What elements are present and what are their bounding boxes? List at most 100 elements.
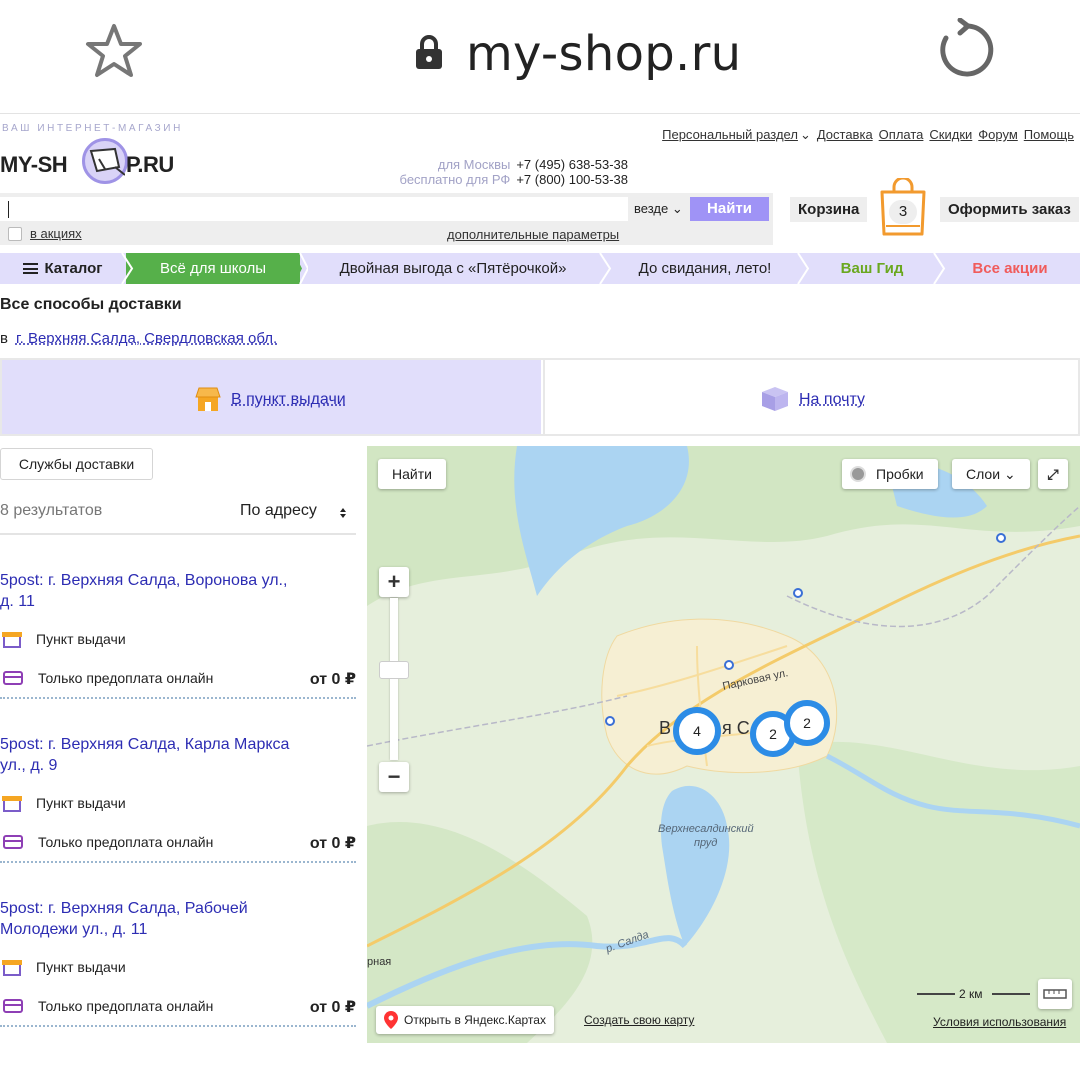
- result-title[interactable]: 5post: г. Верхняя Салда, Воронова ул., д…: [0, 570, 300, 612]
- list-item[interactable]: 5post: г. Верхняя Салда, Рабочей Молодеж…: [0, 898, 356, 1062]
- tab-post[interactable]: На почту: [543, 360, 1078, 434]
- create-map-link[interactable]: Создать свою карту: [584, 1013, 694, 1027]
- result-payment: Только предоплата онлайн: [38, 670, 214, 686]
- cart-link[interactable]: Корзина: [790, 197, 868, 222]
- checkout-button[interactable]: Оформить заказ: [940, 197, 1079, 222]
- layers-label: Слои: [966, 466, 1001, 482]
- browser-toolbar: my-shop.ru: [0, 0, 1080, 114]
- bookmark-star-icon[interactable]: [84, 22, 144, 82]
- search-button[interactable]: Найти: [690, 197, 769, 221]
- phone-moscow-label: для Москвы: [437, 157, 511, 172]
- map-pin-icon: [384, 1011, 398, 1029]
- result-divider: [0, 697, 356, 699]
- nav-all-sales[interactable]: Все акции: [940, 253, 1080, 284]
- traffic-label: Пробки: [876, 466, 924, 482]
- logo-text-right: P.RU: [126, 152, 174, 177]
- result-title[interactable]: 5post: г. Верхняя Салда, Карла Маркса ул…: [0, 734, 300, 776]
- nav-separator: [294, 253, 308, 284]
- parcel-icon: [762, 387, 788, 411]
- chevron-down-icon: ⌄: [1003, 466, 1016, 482]
- map-scale-label: 2 км: [959, 987, 983, 1001]
- link-personal[interactable]: Персональный раздел: [662, 127, 798, 143]
- search-panel: везде ⌄ Найти в акциях дополнительные па…: [0, 193, 773, 245]
- site-logo[interactable]: MY-SH P.RU: [0, 138, 190, 188]
- nav-separator: [599, 253, 612, 284]
- chevron-down-icon[interactable]: ⌄: [800, 127, 811, 143]
- link-forum[interactable]: Форум: [978, 127, 1018, 143]
- traffic-icon: [850, 466, 866, 482]
- open-yandex-maps-label: Открыть в Яндекс.Картах: [404, 1013, 546, 1027]
- terms-of-use-link[interactable]: Условия использования: [933, 1015, 1066, 1029]
- site-tagline: ВАШ ИНТЕРНЕТ-МАГАЗИН: [2, 123, 183, 134]
- map-cluster-marker[interactable]: 2: [784, 700, 830, 746]
- zoom-slider-handle[interactable]: [379, 661, 409, 679]
- pickup-box-icon: [2, 632, 22, 648]
- sort-arrows-icon[interactable]: [338, 506, 348, 520]
- link-payment[interactable]: Оплата: [879, 127, 924, 143]
- result-divider: [0, 861, 356, 863]
- result-type: Пункт выдачи: [36, 959, 126, 975]
- traffic-button[interactable]: Пробки: [842, 459, 938, 489]
- zoom-in-button[interactable]: +: [379, 567, 409, 597]
- logo-cart-icon: [82, 138, 128, 184]
- search-scope-select[interactable]: везде ⌄: [628, 197, 690, 221]
- map-background: [367, 446, 1080, 1043]
- promo-checkbox-label[interactable]: в акциях: [30, 226, 82, 241]
- category-nav: Каталог Всё для школы Двойная выгода с «…: [0, 253, 1080, 284]
- list-item[interactable]: 5post: г. Верхняя Салда, Карла Маркса ул…: [0, 734, 356, 898]
- zoom-out-button[interactable]: −: [379, 762, 409, 792]
- card-icon: [3, 835, 23, 849]
- edge-label: рная: [367, 956, 392, 968]
- zoom-slider-track[interactable]: [390, 598, 398, 760]
- map-widget[interactable]: Парковая ул. Верхнесалдинский пруд р. Са…: [367, 446, 1080, 1043]
- catalog-menu[interactable]: Каталог: [0, 253, 126, 284]
- nav-guide[interactable]: Ваш Гид: [804, 253, 940, 284]
- result-title[interactable]: 5post: г. Верхняя Салда, Рабочей Молодеж…: [0, 898, 300, 940]
- cart-count-badge: 3: [889, 200, 917, 224]
- phone-rf[interactable]: +7 (800) 100-53-38: [516, 172, 628, 187]
- scale-bar: [992, 993, 1030, 995]
- fullscreen-icon[interactable]: ⤢: [1038, 459, 1068, 489]
- advanced-params-link[interactable]: дополнительные параметры: [447, 227, 619, 242]
- card-icon: [3, 671, 23, 685]
- nav-goodbye-summer[interactable]: До свидания, лето!: [606, 253, 804, 284]
- tab-pickup-point[interactable]: В пункт выдачи: [2, 360, 541, 434]
- map-cluster-marker[interactable]: 4: [673, 707, 721, 755]
- result-payment: Только предоплата онлайн: [38, 834, 214, 850]
- result-price: от 0 ₽: [309, 671, 356, 688]
- result-payment: Только предоплата онлайн: [38, 998, 214, 1014]
- hamburger-icon: [23, 263, 39, 274]
- list-divider: [0, 533, 356, 535]
- result-type: Пункт выдачи: [36, 631, 126, 647]
- phone-rf-label: бесплатно для РФ: [399, 172, 511, 187]
- city-label-part-2: я С: [722, 718, 750, 738]
- pickup-box-icon: [2, 960, 22, 976]
- layers-button[interactable]: Слои ⌄: [952, 459, 1030, 489]
- phone-moscow[interactable]: +7 (495) 638-53-38: [516, 157, 628, 172]
- search-input[interactable]: [0, 197, 628, 221]
- ruler-icon[interactable]: [1038, 979, 1072, 1009]
- store-icon: [195, 387, 221, 411]
- promo-checkbox[interactable]: [8, 227, 22, 241]
- pond-label-2: пруд: [694, 837, 718, 849]
- text-caret: [8, 201, 9, 218]
- nav-school[interactable]: Всё для школы: [126, 253, 300, 284]
- result-price: от 0 ₽: [309, 999, 356, 1016]
- list-item[interactable]: 5post: г. Верхняя Салда, Воронова ул., д…: [0, 570, 356, 734]
- link-help[interactable]: Помощь: [1024, 127, 1074, 143]
- open-yandex-maps-button[interactable]: Открыть в Яндекс.Картах: [376, 1006, 554, 1034]
- card-icon: [3, 999, 23, 1013]
- lock-icon: [416, 35, 442, 69]
- city-prefix: в: [0, 330, 8, 347]
- sort-select[interactable]: По адресу: [240, 502, 317, 520]
- nav-double-benefit[interactable]: Двойная выгода с «Пятёрочкой»: [300, 253, 606, 284]
- link-discounts[interactable]: Скидки: [929, 127, 972, 143]
- catalog-label: Каталог: [44, 260, 103, 277]
- map-find-button[interactable]: Найти: [378, 459, 446, 489]
- reload-icon[interactable]: [934, 18, 998, 82]
- city-line: в г. Верхняя Салда, Свердловская обл.: [0, 330, 277, 347]
- link-delivery[interactable]: Доставка: [817, 127, 873, 143]
- city-selector[interactable]: г. Верхняя Салда, Свердловская обл.: [16, 330, 277, 347]
- address-bar-url[interactable]: my-shop.ru: [466, 26, 741, 82]
- delivery-services-button[interactable]: Службы доставки: [0, 448, 153, 480]
